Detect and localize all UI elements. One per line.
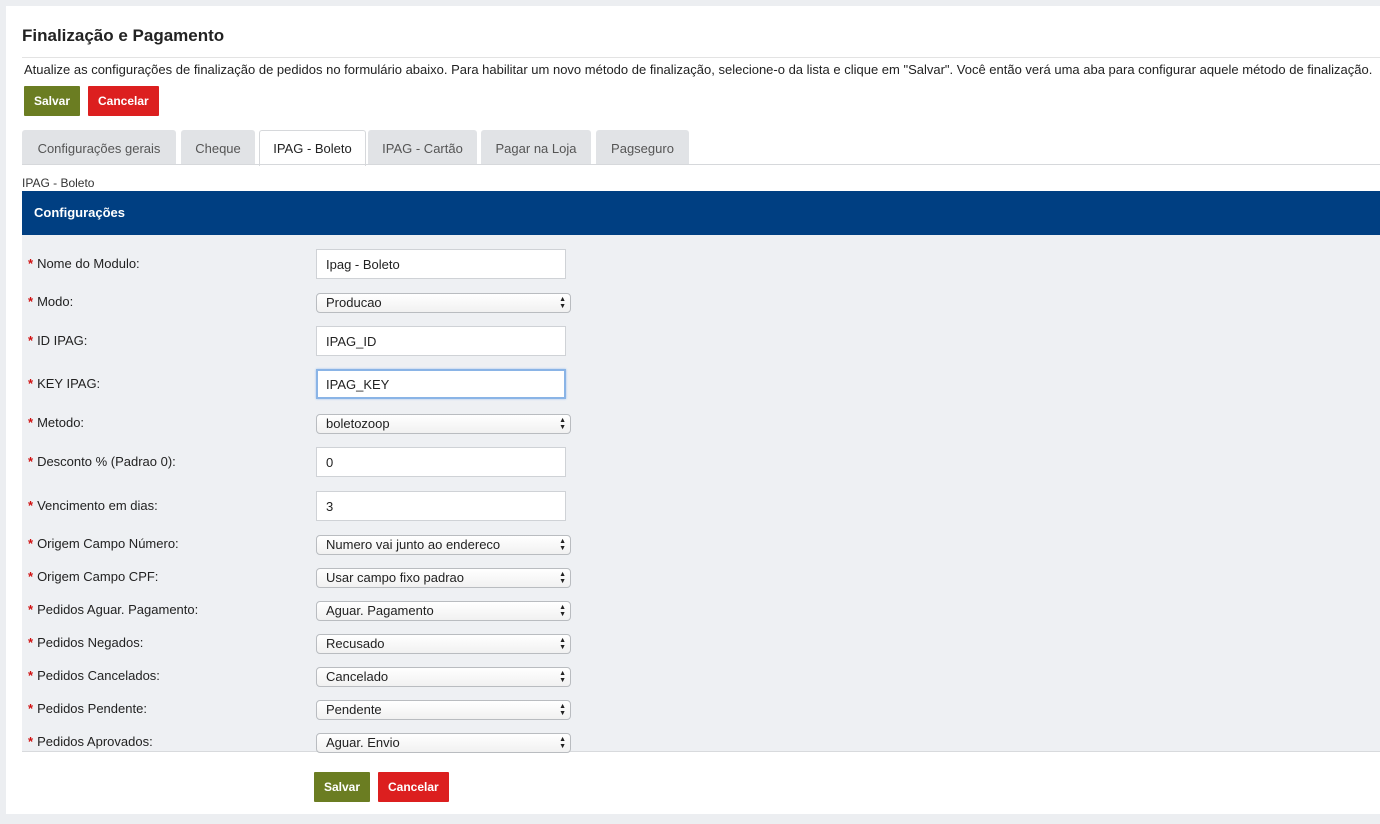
title-divider	[22, 57, 1380, 58]
label-id-ipag: * ID IPAG:	[28, 333, 88, 348]
required-marker: *	[28, 635, 34, 650]
tab-pagseguro[interactable]: Pagseguro	[596, 130, 689, 164]
key-ipag-input[interactable]	[316, 369, 566, 399]
tab-ipag-cartao[interactable]: IPAG - Cartão	[368, 130, 477, 164]
tab-pagar-na-loja[interactable]: Pagar na Loja	[481, 130, 591, 164]
required-marker: *	[28, 602, 34, 617]
id-ipag-input[interactable]	[316, 326, 566, 356]
save-button-bottom[interactable]: Salvar	[314, 772, 371, 802]
select-arrows-icon: ▲ ▼	[559, 538, 566, 552]
page-title: Finalização e Pagamento	[22, 26, 225, 45]
select-arrows-icon: ▲ ▼	[559, 604, 566, 618]
label-key-ipag: * KEY IPAG:	[28, 376, 101, 391]
label-metodo: * Metodo:	[28, 415, 85, 430]
pendente-select[interactable]: Pendente ▲ ▼	[316, 700, 571, 720]
required-marker: *	[28, 668, 34, 683]
required-marker: *	[28, 376, 34, 391]
label-origem-cpf: * Origem Campo CPF:	[28, 569, 159, 584]
vencimento-input[interactable]	[316, 491, 566, 521]
origem-cpf-select[interactable]: Usar campo fixo padrao ▲ ▼	[316, 568, 571, 588]
desconto-input[interactable]	[316, 447, 566, 477]
label-origem-numero: * Origem Campo Número:	[28, 536, 179, 551]
tab-configuracoes-gerais[interactable]: Configurações gerais	[22, 130, 176, 164]
label-desconto: * Desconto % (Padrao 0):	[28, 454, 176, 469]
required-marker: *	[28, 454, 34, 469]
cancelados-select[interactable]: Cancelado ▲ ▼	[316, 667, 571, 687]
tab-ipag-boleto[interactable]: IPAG - Boleto	[259, 130, 366, 166]
label-negados: * Pedidos Negados:	[28, 635, 144, 650]
label-aguar-pagamento: * Pedidos Aguar. Pagamento:	[28, 602, 199, 617]
label-vencimento: * Vencimento em dias:	[28, 498, 158, 513]
nome-modulo-input[interactable]	[316, 249, 566, 279]
label-nome-modulo: * Nome do Modulo:	[28, 256, 140, 271]
config-header: Configurações	[22, 191, 1380, 235]
required-marker: *	[28, 294, 34, 309]
select-arrows-icon: ▲ ▼	[559, 296, 566, 310]
required-marker: *	[28, 415, 34, 430]
label-aprovados: * Pedidos Aprovados:	[28, 734, 153, 749]
origem-numero-select[interactable]: Numero vai junto ao endereco ▲ ▼	[316, 535, 571, 555]
aguar-pagamento-select[interactable]: Aguar. Pagamento ▲ ▼	[316, 601, 571, 621]
negados-select[interactable]: Recusado ▲ ▼	[316, 634, 571, 654]
select-arrows-icon: ▲ ▼	[559, 417, 566, 431]
tabs-divider	[22, 164, 1380, 165]
label-pendente: * Pedidos Pendente:	[28, 701, 147, 716]
select-arrows-icon: ▲ ▼	[559, 571, 566, 585]
modo-select[interactable]: Producao ▲ ▼	[316, 293, 571, 313]
metodo-select[interactable]: boletozoop ▲ ▼	[316, 414, 571, 434]
select-arrows-icon: ▲ ▼	[559, 670, 566, 684]
required-marker: *	[28, 734, 34, 749]
required-marker: *	[28, 536, 34, 551]
required-marker: *	[28, 569, 34, 584]
required-marker: *	[28, 333, 34, 348]
required-marker: *	[28, 498, 34, 513]
select-arrows-icon: ▲ ▼	[559, 703, 566, 717]
required-marker: *	[28, 701, 34, 716]
tab-cheque[interactable]: Cheque	[181, 130, 255, 164]
section-label: IPAG - Boleto	[22, 176, 95, 190]
label-modo: * Modo:	[28, 294, 74, 309]
select-arrows-icon: ▲ ▼	[559, 736, 566, 750]
intro-text: Atualize as configurações de finalização…	[24, 62, 1373, 77]
aprovados-select[interactable]: Aguar. Envio ▲ ▼	[316, 733, 571, 753]
select-arrows-icon: ▲ ▼	[559, 637, 566, 651]
cancel-button-bottom[interactable]: Cancelar	[378, 772, 449, 802]
cancel-button-top[interactable]: Cancelar	[88, 86, 159, 116]
config-form: *Nome do Modulo: *Modo: Producao▲▼ *ID I…	[22, 235, 1380, 753]
required-marker: *	[28, 256, 34, 271]
label-cancelados: * Pedidos Cancelados:	[28, 668, 160, 683]
main-panel: Finalização e Pagamento Atualize as conf…	[6, 6, 1380, 814]
save-button-top[interactable]: Salvar	[24, 86, 81, 116]
